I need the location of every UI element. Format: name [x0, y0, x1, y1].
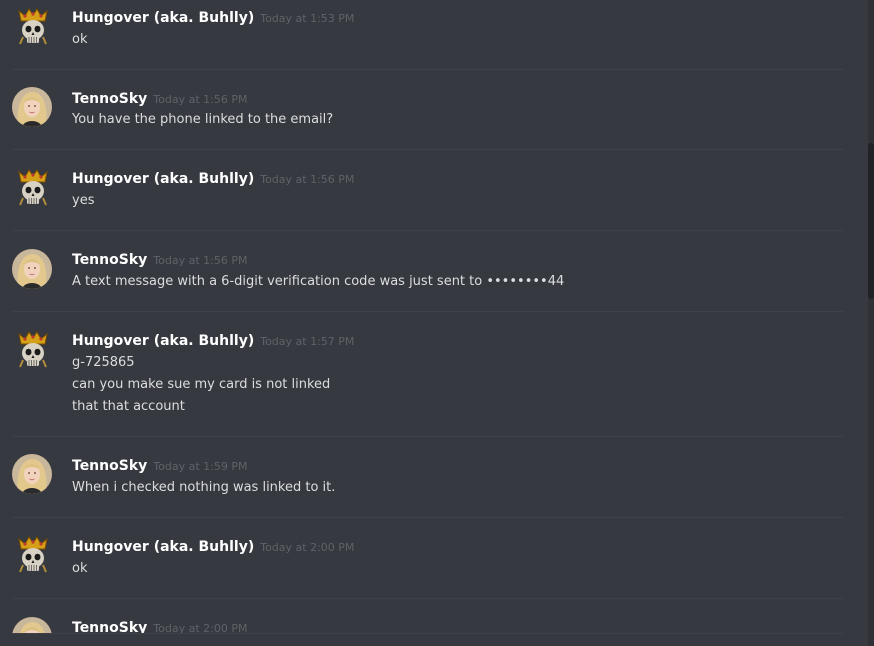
message-group: Hungover (aka. Buhlly) Today at 2:00 PM o…	[0, 518, 846, 598]
avatar[interactable]	[12, 87, 52, 127]
message-text: You have the phone linked to the email?	[72, 112, 334, 127]
message-group: TennoSky Today at 1:56 PM You have the ph…	[0, 70, 846, 149]
scrollbar-track[interactable]	[868, 0, 874, 646]
girl-portrait-icon	[12, 454, 52, 494]
message-group: TennoSky Today at 1:56 PM A text message …	[0, 231, 846, 311]
timestamp: Today at 2:00 PM	[153, 622, 248, 633]
message-text: that that account	[72, 399, 185, 414]
timestamp: Today at 1:56 PM	[153, 254, 248, 267]
avatar[interactable]	[15, 7, 51, 47]
message-text: can you make sue my card is not linked	[72, 377, 331, 392]
timestamp: Today at 2:00 PM	[260, 541, 355, 554]
timestamp: Today at 1:59 PM	[153, 460, 248, 473]
skull-crown-icon	[18, 536, 48, 573]
username[interactable]: TennoSky	[72, 91, 147, 107]
skull-crown-icon	[18, 8, 48, 45]
username[interactable]: Hungover (aka. Buhlly)	[72, 539, 254, 555]
avatar[interactable]	[15, 330, 51, 370]
message-text: ok	[72, 32, 88, 47]
avatar[interactable]	[12, 454, 52, 494]
username[interactable]: Hungover (aka. Buhlly)	[72, 333, 254, 349]
timestamp: Today at 1:56 PM	[153, 93, 248, 106]
girl-portrait-icon	[12, 617, 52, 633]
message-divider	[12, 633, 844, 634]
message-text: A text message with a 6-digit verificati…	[72, 274, 565, 289]
message-text: g-725865	[72, 355, 135, 370]
girl-portrait-icon	[12, 87, 52, 127]
chat-messages: Hungover (aka. Buhlly) Today at 1:53 PM o…	[0, 0, 874, 646]
message-text: When i checked nothing was linked to it.	[72, 480, 336, 495]
username[interactable]: Hungover (aka. Buhlly)	[72, 171, 254, 187]
avatar[interactable]	[12, 617, 52, 633]
message-group: TennoSky Today at 2:00 PM	[0, 599, 846, 633]
username[interactable]: Hungover (aka. Buhlly)	[72, 10, 254, 26]
message-group: Hungover (aka. Buhlly) Today at 1:53 PM o…	[0, 0, 846, 69]
message-text: yes	[72, 193, 95, 208]
username[interactable]: TennoSky	[72, 252, 147, 268]
girl-portrait-icon	[12, 249, 52, 289]
skull-crown-icon	[18, 169, 48, 206]
skull-crown-icon	[18, 331, 48, 368]
timestamp: Today at 1:53 PM	[260, 12, 355, 25]
message-group: Hungover (aka. Buhlly) Today at 1:56 PM y…	[0, 150, 846, 230]
avatar[interactable]	[12, 249, 52, 289]
message-group: Hungover (aka. Buhlly) Today at 1:57 PM g…	[0, 312, 846, 436]
scrollbar-thumb[interactable]	[868, 143, 874, 299]
username[interactable]: TennoSky	[72, 458, 147, 474]
avatar[interactable]	[15, 168, 51, 208]
username[interactable]: TennoSky	[72, 620, 147, 633]
timestamp: Today at 1:57 PM	[260, 335, 355, 348]
timestamp: Today at 1:56 PM	[260, 173, 355, 186]
message-text: ok	[72, 561, 88, 576]
message-group: TennoSky Today at 1:59 PM When i checked …	[0, 437, 846, 517]
avatar[interactable]	[15, 535, 51, 575]
